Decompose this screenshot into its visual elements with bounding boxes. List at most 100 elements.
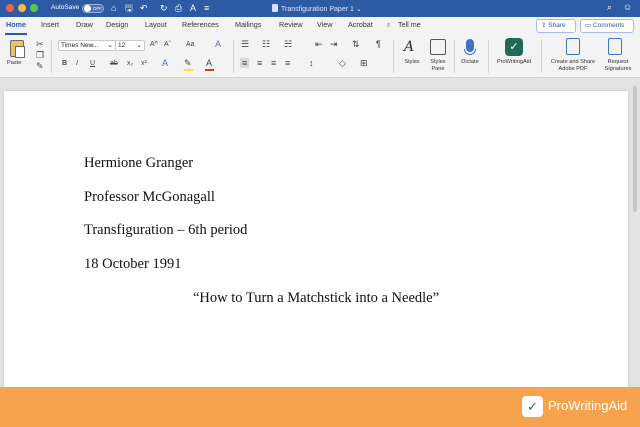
font-color-bar (205, 69, 214, 71)
undo-icon[interactable]: ↶ (140, 2, 148, 14)
document-page[interactable] (4, 91, 628, 391)
shrink-font-icon[interactable]: Aˇ (164, 40, 171, 50)
share-button[interactable]: ⇪ Share (536, 19, 576, 33)
multilevel-list-icon[interactable]: ☵ (284, 39, 292, 49)
zoom-window-button[interactable] (30, 4, 38, 12)
comment-icon: ▭ (585, 22, 592, 29)
bullets-icon[interactable]: ☰ (241, 39, 249, 49)
bold-button[interactable]: B (62, 59, 67, 69)
brand-banner (0, 387, 640, 427)
prowritingaid-logo-icon: ✓ (522, 396, 543, 417)
create-pdf-label: Create and Share Adobe PDF (550, 59, 596, 72)
redo-icon[interactable]: ↻ (160, 2, 168, 14)
home-ribbon: Paste ✂ ❐ ✎ Times New... ⌄ 12 ⌄ A^ Aˇ Aa… (0, 35, 640, 78)
tab-draw[interactable]: Draw (76, 20, 93, 29)
highlight-color-bar (184, 69, 193, 71)
divider (233, 40, 234, 73)
print-icon[interactable]: ⎙ (175, 2, 182, 14)
chevron-down-icon: ⌄ (136, 42, 142, 49)
tab-view[interactable]: View (317, 20, 332, 29)
request-signatures-icon[interactable] (608, 38, 622, 55)
align-left-icon[interactable]: ≡ (240, 58, 250, 68)
cut-icon[interactable]: ✂ (36, 39, 44, 49)
sort-icon[interactable]: ⇅ (352, 39, 360, 49)
doc-line-author[interactable]: Hermione Granger (84, 155, 193, 172)
tell-me-search[interactable]: Tell me (398, 20, 421, 29)
prowritingaid-label: ProWritingAid (496, 59, 532, 65)
tab-insert[interactable]: Insert (41, 20, 59, 29)
chevron-down-icon: ⌄ (107, 42, 113, 49)
comments-button[interactable]: ▭ Comments (580, 19, 634, 33)
doc-line-date[interactable]: 18 October 1991 (84, 256, 181, 273)
word-document-icon (272, 4, 278, 12)
paste-icon[interactable] (10, 40, 25, 58)
divider (454, 40, 455, 73)
styles-label: Styles (404, 59, 420, 65)
styles-pane-label: Styles Pane (430, 59, 446, 72)
paste-label: Paste (7, 60, 22, 66)
autosave-toggle[interactable]: OFF (82, 3, 104, 13)
text-effects-icon[interactable]: A (162, 58, 168, 68)
align-right-icon[interactable]: ≡ (271, 58, 276, 68)
borders-icon[interactable]: ⊞ (360, 58, 368, 68)
superscript-button[interactable]: x² (141, 59, 147, 69)
font-color-icon[interactable]: A (206, 58, 212, 68)
divider (393, 40, 394, 73)
spelling-icon[interactable]: A (190, 2, 196, 14)
search-icon[interactable]: ⌕ (607, 2, 612, 13)
minimize-window-button[interactable] (18, 4, 26, 12)
lightbulb-icon: ♁ (386, 20, 392, 29)
clear-formatting-icon[interactable]: A (215, 39, 221, 49)
font-size-select[interactable]: 12 ⌄ (115, 40, 145, 51)
prowritingaid-icon[interactable]: ✓ (505, 38, 523, 56)
copy-icon[interactable]: ❐ (36, 50, 44, 60)
format-painter-icon[interactable]: ✎ (36, 61, 44, 71)
tab-mailings[interactable]: Mailings (235, 20, 261, 29)
vertical-scrollbar[interactable] (633, 86, 637, 212)
autosave-label: AutoSave (51, 4, 80, 11)
account-icon[interactable]: ☺ (623, 2, 632, 12)
divider (488, 40, 489, 73)
doc-line-title[interactable]: “How to Turn a Matchstick into a Needle” (193, 290, 439, 307)
tab-references[interactable]: References (182, 20, 219, 29)
microphone-stand (464, 49, 476, 55)
tab-home[interactable]: Home (6, 20, 26, 29)
justify-icon[interactable]: ≡ (285, 58, 290, 68)
tab-acrobat[interactable]: Acrobat (348, 20, 373, 29)
toggle-knob (84, 5, 91, 12)
dictate-label: Dictate (461, 59, 479, 65)
create-pdf-icon[interactable] (566, 38, 580, 55)
title-bar: AutoSave OFF ⌂ 🖫 ↶ ↻ ⎙ A ≡ Transfigurati… (0, 0, 640, 17)
italic-button[interactable]: I (76, 59, 78, 69)
highlight-icon[interactable]: ✎ (184, 58, 192, 68)
document-title: Transfiguration Paper 1 ⌄ (272, 4, 362, 13)
change-case-icon[interactable]: Aa (186, 40, 195, 50)
decrease-indent-icon[interactable]: ⇤ (315, 39, 323, 49)
show-formatting-icon[interactable]: ¶ (376, 39, 381, 49)
tab-review[interactable]: Review (279, 20, 303, 29)
increase-indent-icon[interactable]: ⇥ (330, 39, 338, 49)
strikethrough-button[interactable]: ab (110, 59, 118, 69)
customize-toolbar-icon[interactable]: ≡ (204, 2, 209, 14)
numbering-icon[interactable]: ☷ (262, 39, 270, 49)
share-icon: ⇪ (541, 22, 547, 29)
autosave-state: OFF (93, 5, 102, 11)
line-spacing-icon[interactable]: ↕ (309, 58, 314, 68)
shading-icon[interactable]: ◇ (339, 58, 346, 68)
styles-pane-icon[interactable] (430, 39, 446, 55)
close-window-button[interactable] (6, 4, 14, 12)
font-name-select[interactable]: Times New... ⌄ (58, 40, 116, 51)
brand-name: ProWritingAid (548, 398, 628, 413)
tab-layout[interactable]: Layout (145, 20, 167, 29)
home-icon[interactable]: ⌂ (111, 2, 116, 14)
grow-font-icon[interactable]: A^ (150, 40, 158, 50)
subscript-button[interactable]: x₂ (127, 59, 133, 69)
save-icon[interactable]: 🖫 (125, 2, 133, 14)
doc-line-course[interactable]: Transfiguration – 6th period (84, 222, 247, 239)
tab-design[interactable]: Design (106, 20, 128, 29)
align-center-icon[interactable]: ≡ (257, 58, 262, 68)
doc-line-professor[interactable]: Professor McGonagall (84, 189, 215, 206)
underline-button[interactable]: U (90, 59, 95, 69)
styles-icon[interactable]: A (404, 39, 414, 55)
divider (51, 40, 52, 73)
